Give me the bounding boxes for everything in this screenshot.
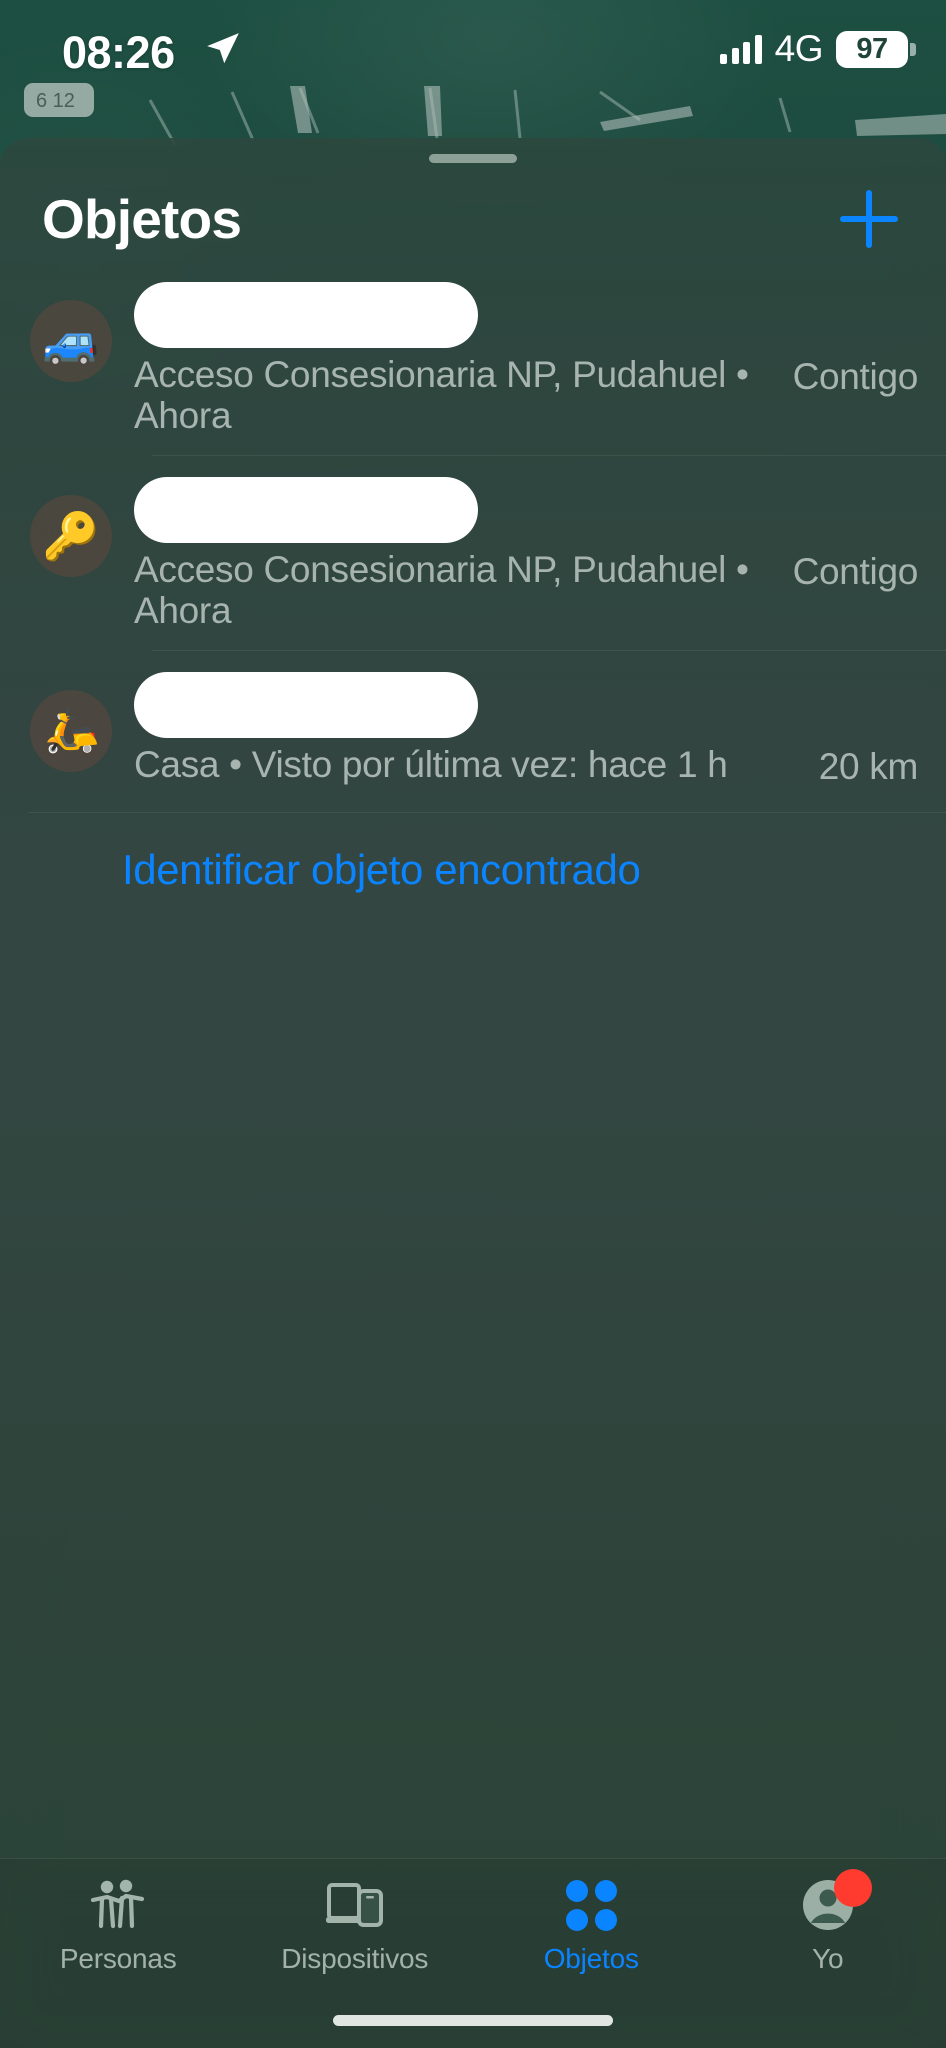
list-item[interactable]: 🚙 Acceso Consesionaria NP, Pudahuel • Ah… bbox=[0, 260, 946, 455]
status-bar-time: 08:26 bbox=[62, 27, 175, 78]
tab-dispositivos[interactable]: Dispositivos bbox=[237, 1859, 474, 1999]
item-subtitle: Casa • Visto por última vez: hace 1 h bbox=[134, 743, 728, 785]
identify-found-item-link[interactable]: Identificar objeto encontrado bbox=[28, 811, 946, 924]
key-emoji-icon: 🔑 bbox=[30, 494, 112, 577]
sheet-grabber-handle[interactable] bbox=[429, 154, 517, 163]
person-avatar-icon bbox=[800, 1869, 872, 1935]
tab-yo[interactable]: Yo bbox=[710, 1859, 946, 1999]
list-item[interactable]: 🔑 Acceso Consesionaria NP, Pudahuel • Ah… bbox=[0, 454, 946, 650]
battery-indicator: 97 bbox=[836, 30, 916, 68]
network-type-label: 4G bbox=[774, 28, 824, 69]
people-icon bbox=[89, 1875, 147, 1935]
motor-scooter-emoji-icon: 🛵 bbox=[30, 689, 112, 772]
items-dots-icon bbox=[565, 1875, 617, 1935]
sheet-header: Objetos bbox=[0, 174, 946, 264]
tab-label: Objetos bbox=[543, 1943, 639, 1974]
list-item[interactable]: 🛵 Casa • Visto por última vez: hace 1 h … bbox=[0, 649, 946, 812]
devices-icon bbox=[325, 1875, 384, 1935]
tab-label: Personas bbox=[59, 1943, 177, 1974]
item-subtitle: Acceso Consesionaria NP, Pudahuel • Ahor… bbox=[134, 548, 749, 632]
tab-bar: Personas Dispositivos Objetos Yo bbox=[0, 1858, 946, 2048]
car-emoji-icon: 🚙 bbox=[30, 300, 112, 382]
items-list: 🚙 Acceso Consesionaria NP, Pudahuel • Ah… bbox=[0, 260, 946, 924]
item-name-redacted bbox=[134, 476, 478, 543]
page-title: Objetos bbox=[42, 188, 242, 250]
item-status: Contigo bbox=[792, 356, 919, 397]
battery-percent-label: 97 bbox=[856, 32, 888, 65]
notification-badge bbox=[833, 1869, 872, 1907]
item-status: Contigo bbox=[792, 550, 919, 592]
item-name-redacted bbox=[134, 671, 478, 738]
battery-tip bbox=[910, 42, 916, 56]
iphone-screen: 6 12 08:26 4G 97 Objetos 🚙 Acceso Conses… bbox=[0, 0, 946, 2048]
tab-label: Yo bbox=[812, 1943, 844, 1974]
cellular-signal-icon bbox=[720, 34, 762, 64]
status-bar: 08:26 4G 97 bbox=[0, 0, 946, 100]
tab-label: Dispositivos bbox=[281, 1943, 429, 1974]
add-item-button[interactable] bbox=[834, 184, 904, 254]
tab-personas[interactable]: Personas bbox=[0, 1859, 237, 1999]
items-sheet: Objetos 🚙 Acceso Consesionaria NP, Pudah… bbox=[0, 138, 946, 2048]
location-arrow-icon bbox=[207, 33, 239, 64]
item-subtitle: Acceso Consesionaria NP, Pudahuel • Ahor… bbox=[134, 354, 749, 437]
item-name-redacted bbox=[134, 282, 478, 348]
status-bar-right: 4G 97 bbox=[720, 28, 916, 70]
tab-objetos[interactable]: Objetos bbox=[473, 1859, 710, 1999]
item-distance: 20 km bbox=[818, 745, 919, 787]
home-indicator[interactable] bbox=[333, 2015, 613, 2026]
